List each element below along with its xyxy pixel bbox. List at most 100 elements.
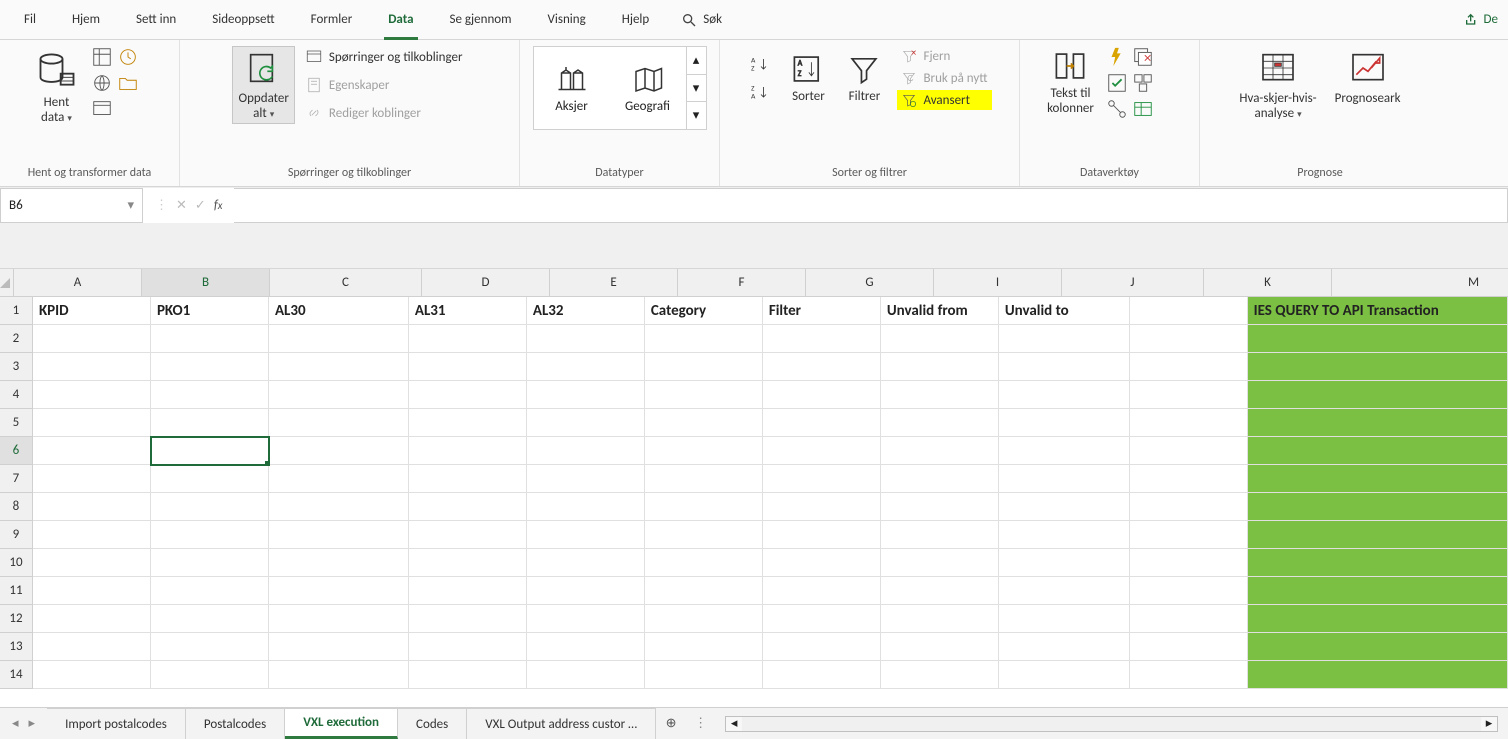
row-header-5[interactable]: 5 (0, 409, 33, 437)
col-header-F[interactable]: F (678, 269, 806, 297)
cell-F1[interactable]: Category (645, 297, 763, 325)
cell-B3[interactable] (151, 353, 269, 381)
remove-duplicates-icon[interactable] (1132, 46, 1154, 68)
cell-A4[interactable] (33, 381, 151, 409)
cell-B14[interactable] (151, 661, 269, 689)
cell-J3[interactable] (999, 353, 1130, 381)
cell-D6[interactable] (409, 437, 527, 465)
cell-A3[interactable] (33, 353, 151, 381)
from-web-icon[interactable] (91, 72, 113, 94)
cell-K13[interactable] (1130, 633, 1248, 661)
cell-F6[interactable] (645, 437, 763, 465)
cell-D2[interactable] (409, 325, 527, 353)
cell-A9[interactable] (33, 521, 151, 549)
cell-J12[interactable] (999, 605, 1130, 633)
sheet-tab-vxl-output[interactable]: VXL Output address custor … (467, 708, 656, 739)
tab-segjennom[interactable]: Se gjennom (446, 0, 516, 39)
cell-G9[interactable] (763, 521, 881, 549)
cell-G1[interactable]: Filter (763, 297, 881, 325)
cell-K3[interactable] (1130, 353, 1248, 381)
cell-D10[interactable] (409, 549, 527, 577)
cell-A8[interactable] (33, 493, 151, 521)
cell-J2[interactable] (999, 325, 1130, 353)
cell-F10[interactable] (645, 549, 763, 577)
tab-hjelp[interactable]: Hjelp (618, 0, 654, 39)
sheet-tab-import-postalcodes[interactable]: Import postalcodes (47, 708, 186, 739)
cell-M14[interactable] (1248, 661, 1508, 689)
tab-data[interactable]: Data (384, 0, 417, 39)
formula-bar-input[interactable] (234, 188, 1508, 223)
cell-E8[interactable] (527, 493, 645, 521)
cell-M5[interactable] (1248, 409, 1508, 437)
cell-A6[interactable] (33, 437, 151, 465)
cell-B2[interactable] (151, 325, 269, 353)
name-box[interactable]: B6 ▾ (0, 188, 143, 223)
col-header-K[interactable]: K (1204, 269, 1332, 297)
cell-C6[interactable] (269, 437, 409, 465)
cell-B1[interactable]: PKO1 (151, 297, 269, 325)
cell-A12[interactable] (33, 605, 151, 633)
insert-function-button[interactable]: fx (214, 198, 223, 213)
col-header-D[interactable]: D (422, 269, 550, 297)
cell-J13[interactable] (999, 633, 1130, 661)
cell-D9[interactable] (409, 521, 527, 549)
queries-connections-button[interactable]: Spørringer og tilkoblinger (301, 46, 467, 68)
row-header-14[interactable]: 14 (0, 661, 33, 689)
text-to-columns-button[interactable]: Tekst til kolonner (1041, 47, 1100, 119)
sort-button[interactable]: AZ Sorter (785, 50, 831, 107)
col-header-B[interactable]: B (142, 269, 270, 297)
cell-A1[interactable]: KPID (33, 297, 151, 325)
row-header-3[interactable]: 3 (0, 353, 33, 381)
cell-E12[interactable] (527, 605, 645, 633)
from-folder-icon[interactable] (117, 72, 139, 94)
cell-J6[interactable] (999, 437, 1130, 465)
cell-C2[interactable] (269, 325, 409, 353)
cell-F12[interactable] (645, 605, 763, 633)
cell-C5[interactable] (269, 409, 409, 437)
cell-B10[interactable] (151, 549, 269, 577)
from-recent-icon[interactable] (117, 46, 139, 68)
cell-G11[interactable] (763, 577, 881, 605)
cell-F7[interactable] (645, 465, 763, 493)
properties-button[interactable]: Egenskaper (301, 74, 467, 96)
cell-M13[interactable] (1248, 633, 1508, 661)
cell-B8[interactable] (151, 493, 269, 521)
what-if-button[interactable]: Hva-skjer-hvis- analyse (1233, 46, 1322, 124)
cell-C13[interactable] (269, 633, 409, 661)
cell-F5[interactable] (645, 409, 763, 437)
cell-F3[interactable] (645, 353, 763, 381)
sheet-tab-postalcodes[interactable]: Postalcodes (186, 708, 285, 739)
row-header-7[interactable]: 7 (0, 465, 33, 493)
cell-I13[interactable] (881, 633, 999, 661)
col-header-I[interactable]: I (934, 269, 1062, 297)
cell-F9[interactable] (645, 521, 763, 549)
cell-J5[interactable] (999, 409, 1130, 437)
gallery-down[interactable]: ▾ (687, 75, 706, 103)
cell-M3[interactable] (1248, 353, 1508, 381)
cell-D12[interactable] (409, 605, 527, 633)
cell-G10[interactable] (763, 549, 881, 577)
row-header-9[interactable]: 9 (0, 521, 33, 549)
row-header-10[interactable]: 10 (0, 549, 33, 577)
filter-button[interactable]: Filtrer (841, 50, 887, 107)
cell-E3[interactable] (527, 353, 645, 381)
cell-C11[interactable] (269, 577, 409, 605)
tell-me-search[interactable]: Søk (681, 12, 722, 28)
datatype-geography[interactable]: Geografi (610, 47, 686, 129)
tab-fil[interactable]: Fil (20, 0, 40, 39)
col-header-C[interactable]: C (270, 269, 422, 297)
tab-sideoppsett[interactable]: Sideoppsett (208, 0, 278, 39)
new-sheet-button[interactable]: ⊕ (656, 708, 686, 739)
cell-C3[interactable] (269, 353, 409, 381)
cell-M10[interactable] (1248, 549, 1508, 577)
cell-D13[interactable] (409, 633, 527, 661)
cell-B11[interactable] (151, 577, 269, 605)
col-header-A[interactable]: A (14, 269, 142, 297)
col-header-M[interactable]: M (1332, 269, 1508, 297)
cell-I9[interactable] (881, 521, 999, 549)
cell-K14[interactable] (1130, 661, 1248, 689)
cell-K9[interactable] (1130, 521, 1248, 549)
cell-G5[interactable] (763, 409, 881, 437)
cell-I5[interactable] (881, 409, 999, 437)
cell-A2[interactable] (33, 325, 151, 353)
